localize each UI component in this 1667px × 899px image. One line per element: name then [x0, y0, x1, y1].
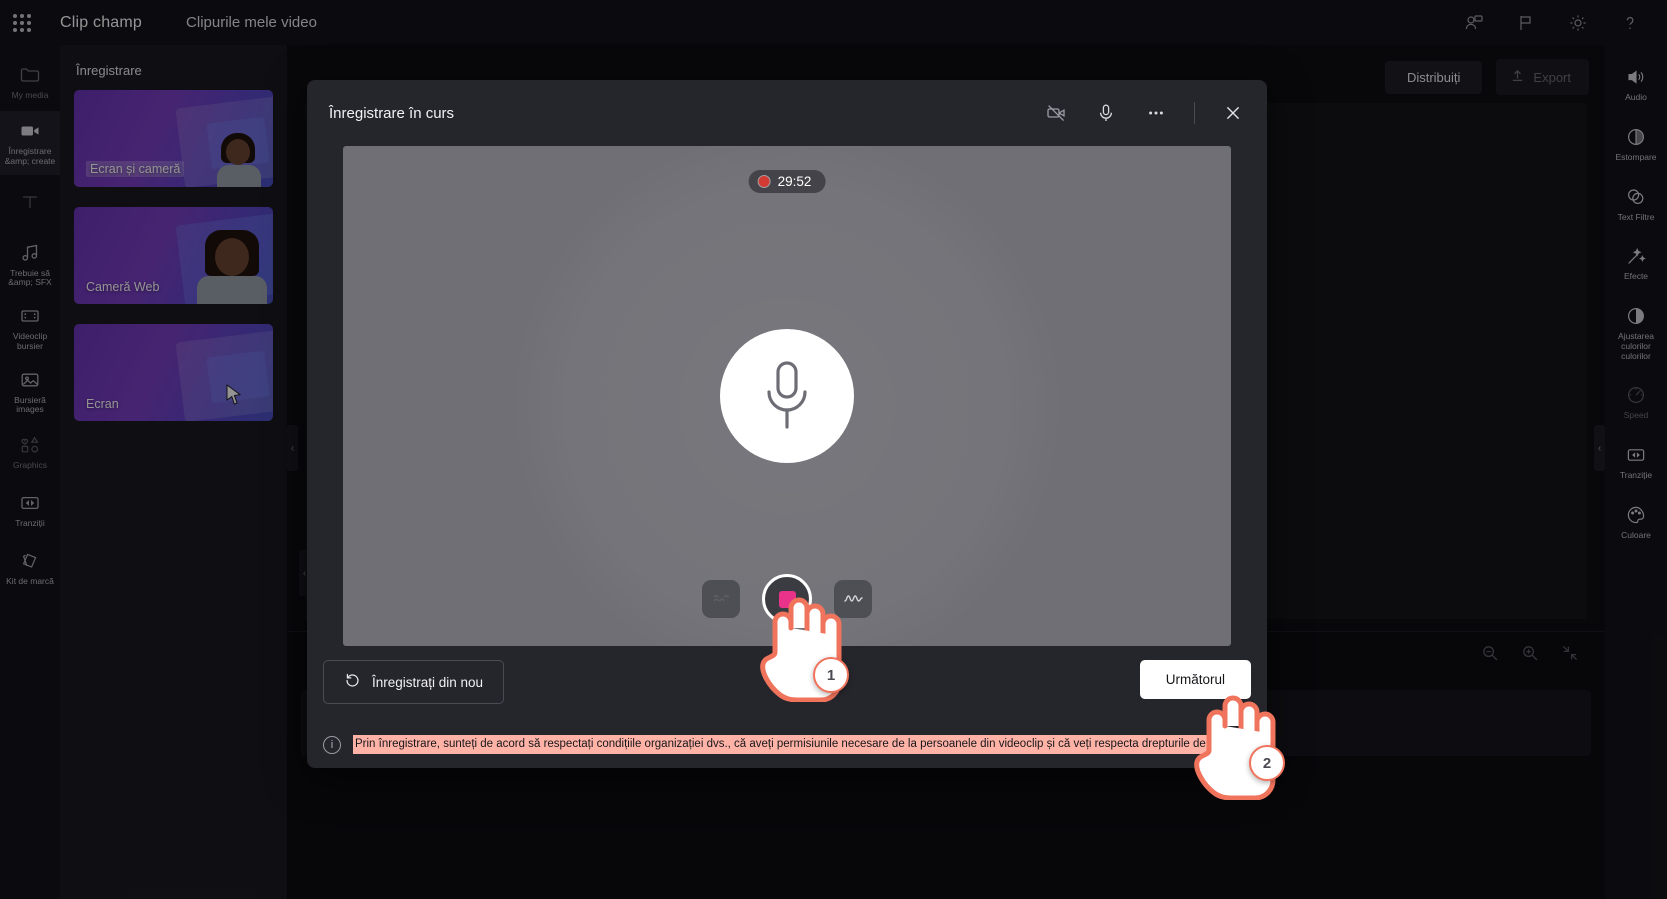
- stop-recording-button[interactable]: [762, 574, 812, 624]
- microphone-large-icon: [720, 329, 854, 463]
- rerecord-label: Înregistrați din nou: [372, 674, 484, 690]
- effects-button[interactable]: [702, 580, 740, 618]
- modal-title: Înregistrare în curs: [329, 104, 455, 122]
- modal-footer: Înregistrați din nou Următorul i Prin în…: [307, 646, 1267, 768]
- modal-header-actions: [1044, 101, 1245, 125]
- info-icon: i: [323, 735, 341, 754]
- camera-off-icon[interactable]: [1044, 101, 1068, 125]
- step-badge-1: 1: [813, 657, 849, 693]
- recording-controls: [702, 574, 872, 624]
- rerecord-button[interactable]: Înregistrați din nou: [323, 660, 505, 704]
- more-options-icon[interactable]: [1144, 101, 1168, 125]
- disclaimer: i Prin înregistrare, sunteți de acord să…: [323, 735, 1251, 754]
- audio-waveform-button[interactable]: [834, 580, 872, 618]
- divider: [1194, 102, 1195, 124]
- close-icon[interactable]: [1221, 101, 1245, 125]
- modal-header: Înregistrare în curs: [307, 80, 1267, 146]
- recording-modal: Înregistrare în curs 29:52 Înregistrați …: [307, 80, 1267, 768]
- recording-timer: 29:52: [748, 170, 826, 193]
- step-badge-2: 2: [1249, 745, 1285, 781]
- next-button[interactable]: Următorul: [1139, 660, 1251, 699]
- redo-icon: [344, 672, 361, 692]
- stop-square-icon: [778, 590, 796, 608]
- rec-dot-icon: [758, 176, 770, 187]
- timer-value: 29:52: [777, 174, 812, 189]
- recording-preview-stage: 29:52: [343, 146, 1231, 646]
- microphone-icon[interactable]: [1094, 101, 1118, 125]
- disclaimer-text: Prin înregistrare, sunteți de acord să r…: [353, 735, 1238, 754]
